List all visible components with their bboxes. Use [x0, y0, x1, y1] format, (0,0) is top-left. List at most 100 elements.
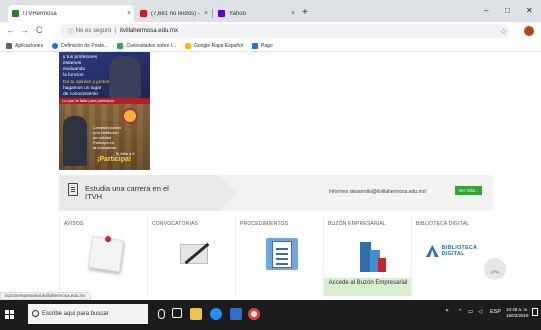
microphone-icon[interactable] [158, 309, 165, 319]
card-title: BUZÓN EMPRESARIAL [328, 221, 386, 227]
evaluation-banner[interactable]: y tus profesores estamos evaluando la fu… [59, 52, 150, 170]
bookmark-pago[interactable]: Pago [252, 42, 273, 49]
contact-info: Informes desarrollo@itvillahermosa.edu.m… [329, 189, 427, 195]
card-title: BIBLIOTECA DIGITAL [416, 221, 470, 227]
banner-line: hagamos un lugar [63, 86, 102, 91]
profile-avatar[interactable] [524, 26, 534, 36]
store-icon[interactable] [230, 308, 242, 320]
tab-title: Yahoo [229, 10, 246, 17]
browser-toolbar: ← → C ⓘ No es seguro | itvillahermosa.ed… [0, 22, 541, 40]
task-view-icon[interactable] [172, 308, 182, 318]
info-icon[interactable]: ⓘ [68, 27, 76, 36]
address-bar[interactable]: ⓘ No es seguro | itvillahermosa.edu.mx [60, 24, 510, 38]
site-icon [185, 42, 192, 49]
close-icon[interactable]: × [201, 10, 211, 17]
bookmark-star-icon[interactable]: ☆ [500, 27, 507, 36]
search-icon [32, 310, 39, 317]
chrome-icon[interactable] [248, 308, 260, 320]
clipboard-icon [266, 238, 298, 270]
close-window-button[interactable]: ✕ [526, 6, 533, 15]
card-procedimientos[interactable]: PROCEDIMIENTOS [235, 218, 323, 296]
tab-divider [212, 9, 213, 18]
school-favicon-icon [12, 10, 19, 17]
banner-line: de conocimiento [63, 92, 98, 97]
bookmark-label: Aplicaciones [15, 42, 44, 49]
bookmark-google[interactable]: Google Rapé Español [185, 42, 243, 49]
maximize-button[interactable]: □ [505, 6, 510, 15]
library-logo: BIBLIOTECA DIGITAL [426, 242, 496, 260]
scroll-to-top-button[interactable]: ︽ [484, 258, 506, 280]
banner-top-panel: y tus profesores estamos evaluando la fu… [59, 52, 150, 104]
edge-icon[interactable] [210, 308, 222, 320]
search-placeholder: Escribe aquí para buscar [42, 311, 109, 317]
new-tab-button[interactable]: + [302, 7, 308, 18]
battery-icon[interactable]: ▭ [468, 309, 473, 315]
mail-favicon-icon [140, 10, 147, 17]
bookmark-label: Curiosidades sobre l... [126, 42, 177, 49]
site-icon [117, 42, 124, 49]
tray-arrow-icon[interactable]: ⌃ [458, 309, 463, 315]
bookmark-label: Definición de Poste... [61, 42, 109, 49]
card-buzon-empresarial[interactable]: BUZÓN EMPRESARIAL Accede al Buzón Empres… [323, 218, 412, 296]
tab-bar: ITVHermosa × (7,681 no leídos) - meli_va… [0, 0, 541, 22]
card-avisos[interactable]: AVISOS [59, 218, 147, 296]
payment-card-icon [252, 42, 259, 49]
document-icon [68, 183, 78, 196]
screen: ITVHermosa × (7,681 no leídos) - meli_va… [0, 0, 541, 330]
banner-line: la evaluacion [93, 145, 117, 150]
tab-gmail[interactable]: (7,681 no leídos) - meli_valdez... × [136, 5, 211, 22]
url-text: itvillahermosa.edu.mx [119, 28, 178, 34]
volume-icon[interactable]: ◁ [478, 309, 482, 315]
card-title: AVISOS [64, 221, 84, 227]
bookmark-curiosidades[interactable]: Curiosidades sobre l... [117, 42, 177, 49]
web-page: y tus profesores estamos evaluando la fu… [0, 52, 541, 296]
clock-date: 16/03/2019 [506, 313, 529, 318]
library-logo-text: BIBLIOTECA DIGITAL [441, 245, 478, 257]
people-icon[interactable]: ᴿ [446, 309, 448, 315]
bookmark-apps[interactable]: Aplicaciones [6, 42, 44, 49]
bookmark-definicion[interactable]: Definición de Poste... [52, 42, 109, 49]
card-biblioteca-digital[interactable]: BIBLIOTECA DIGITAL BIBLIOTECA DIGITAL [411, 218, 493, 296]
see-more-button[interactable]: Ver más... [455, 186, 482, 195]
banner-line: la funcion [63, 73, 84, 78]
notepad-icon [87, 235, 125, 273]
pen-paper-icon [178, 238, 210, 270]
back-arrow-icon[interactable]: ← [6, 25, 15, 35]
card-title: CONVOCATORIAS [152, 221, 199, 227]
file-explorer-icon[interactable] [190, 308, 202, 320]
tab-yahoo[interactable]: Yahoo × [214, 5, 298, 22]
student-photo [109, 56, 141, 98]
bookmark-label: Pago [261, 42, 273, 49]
site-icon [52, 42, 59, 49]
banner-line: evaluando [63, 67, 86, 72]
reload-icon[interactable]: C [36, 25, 43, 35]
library-logo-icon [426, 245, 439, 257]
career-label: Estudia una carrera en el ITVH [85, 184, 169, 201]
forward-arrow-icon[interactable]: → [20, 25, 29, 35]
notifications-icon[interactable] [532, 308, 538, 316]
section-cards: AVISOS CONVOCATORIAS PROCEDIMIENTOS BUZÓ… [59, 218, 493, 296]
banner-bottom-panel: Creamos juntos una institucion de calida… [59, 104, 150, 170]
tab-title: (7,681 no leídos) - meli_valdez... [151, 10, 201, 17]
windows-start-icon[interactable] [5, 310, 15, 320]
card-convocatorias[interactable]: CONVOCATORIAS [147, 218, 235, 296]
tab-itvhermosa[interactable]: ITVHermosa × [8, 5, 134, 22]
apps-grid-icon [6, 42, 12, 49]
clock[interactable]: 10:49 a. m. 16/03/2019 [506, 307, 529, 319]
tab-title: ITVHermosa [23, 10, 57, 17]
buildings-icon [354, 240, 386, 272]
buzon-link[interactable]: Accede al Buzón Empresarial [324, 278, 412, 296]
institution-seal-icon [122, 108, 138, 124]
participa-label: ¡Participa! [97, 156, 132, 163]
close-icon[interactable]: × [288, 10, 298, 17]
status-url: buzonempresarial.itvillahermosa.edu.mx [0, 292, 91, 300]
banner-line: Da tu opinion y juntos [63, 80, 110, 85]
yahoo-favicon-icon [218, 10, 225, 17]
career-strip: Estudia una carrera en el ITVH Informes … [59, 175, 493, 211]
minimize-button[interactable]: – [484, 6, 488, 15]
banner-line: estamos [63, 61, 82, 66]
taskbar-search[interactable]: Escribe aquí para buscar [28, 304, 148, 324]
url-separator: | [114, 28, 116, 34]
close-icon[interactable]: × [124, 10, 134, 17]
language-indicator[interactable]: ESP [490, 309, 501, 315]
